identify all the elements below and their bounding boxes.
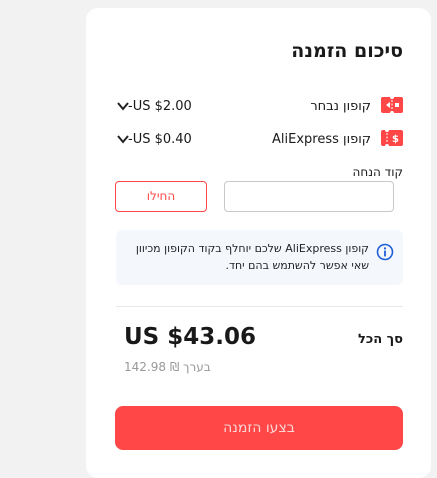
coupon-notice: קופון AliExpress שלכם יוחלף בקוד הקופון …: [116, 230, 403, 285]
aliexpress-coupon-label: קופון AliExpress: [272, 132, 371, 147]
place-order-button[interactable]: בצעו הזמנה: [115, 406, 403, 450]
info-icon: [376, 243, 394, 261]
svg-text:$: $: [392, 134, 399, 145]
total-label: סך הכל: [357, 332, 403, 347]
aliexpress-coupon-amount: -US $0.40: [128, 132, 192, 147]
promo-code-input[interactable]: [224, 181, 394, 212]
coupon-dollar-icon: $: [381, 130, 403, 146]
selected-coupon-amount: -US $2.00: [128, 99, 192, 114]
promo-code-label: קוד הנחה: [352, 165, 403, 179]
notice-text: קופון AliExpress שלכם יוחלף בקוד הקופון …: [135, 242, 369, 272]
approx-total-ils: בערך ₪ 142.98: [124, 360, 211, 374]
page-title: סיכום הזמנה: [291, 40, 403, 62]
selected-coupon-label: קופון נבחר: [310, 99, 371, 114]
coupon-ticket-icon: [381, 97, 403, 113]
total-amount: US $43.06: [124, 324, 257, 350]
order-summary-card: סיכום הזמנה -US $2.00 קופון נבחר -US $0.…: [86, 8, 431, 478]
apply-code-button[interactable]: החילו: [115, 181, 207, 212]
divider: [116, 306, 403, 307]
selected-coupon-row[interactable]: -US $2.00 קופון נבחר: [116, 97, 403, 119]
aliexpress-coupon-row[interactable]: -US $0.40 קופון AliExpress $: [116, 130, 403, 152]
